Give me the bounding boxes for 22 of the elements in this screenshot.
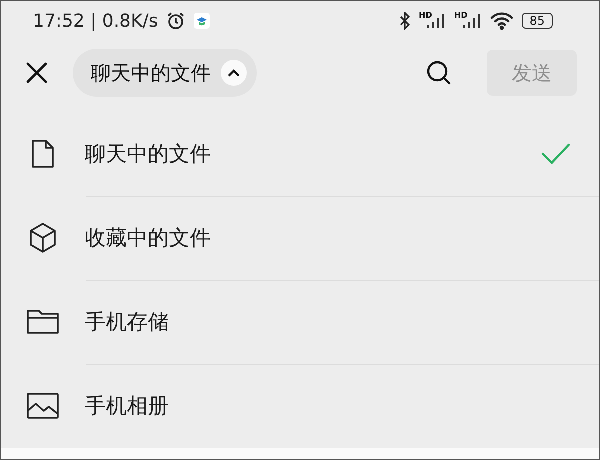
alarm-icon (166, 11, 186, 31)
battery-indicator: 85 (522, 13, 553, 29)
item-label: 手机相册 (85, 393, 170, 420)
checkmark-icon (541, 143, 571, 165)
signal-label: HD (419, 11, 432, 20)
status-time-speed: 17:52 | 0.8K/s (33, 10, 158, 32)
folder-icon (25, 309, 61, 335)
wifi-icon (490, 12, 514, 30)
source-list-item[interactable]: 聊天中的文件 (1, 112, 599, 196)
close-icon[interactable] (25, 61, 49, 85)
source-dropdown[interactable]: 聊天中的文件 (73, 49, 257, 97)
bluetooth-icon (399, 12, 412, 30)
signal-label: HD (454, 11, 468, 20)
source-list-item[interactable]: 手机存储 (1, 280, 599, 364)
search-icon[interactable] (425, 59, 453, 87)
source-list-item[interactable]: 手机相册 (1, 364, 599, 448)
item-label: 聊天中的文件 (85, 141, 212, 168)
source-list-item[interactable]: 收藏中的文件 (1, 196, 599, 280)
item-label: 手机存储 (85, 309, 170, 336)
app-notification-icon (194, 13, 210, 29)
item-label: 收藏中的文件 (85, 225, 212, 252)
image-icon (25, 393, 61, 419)
